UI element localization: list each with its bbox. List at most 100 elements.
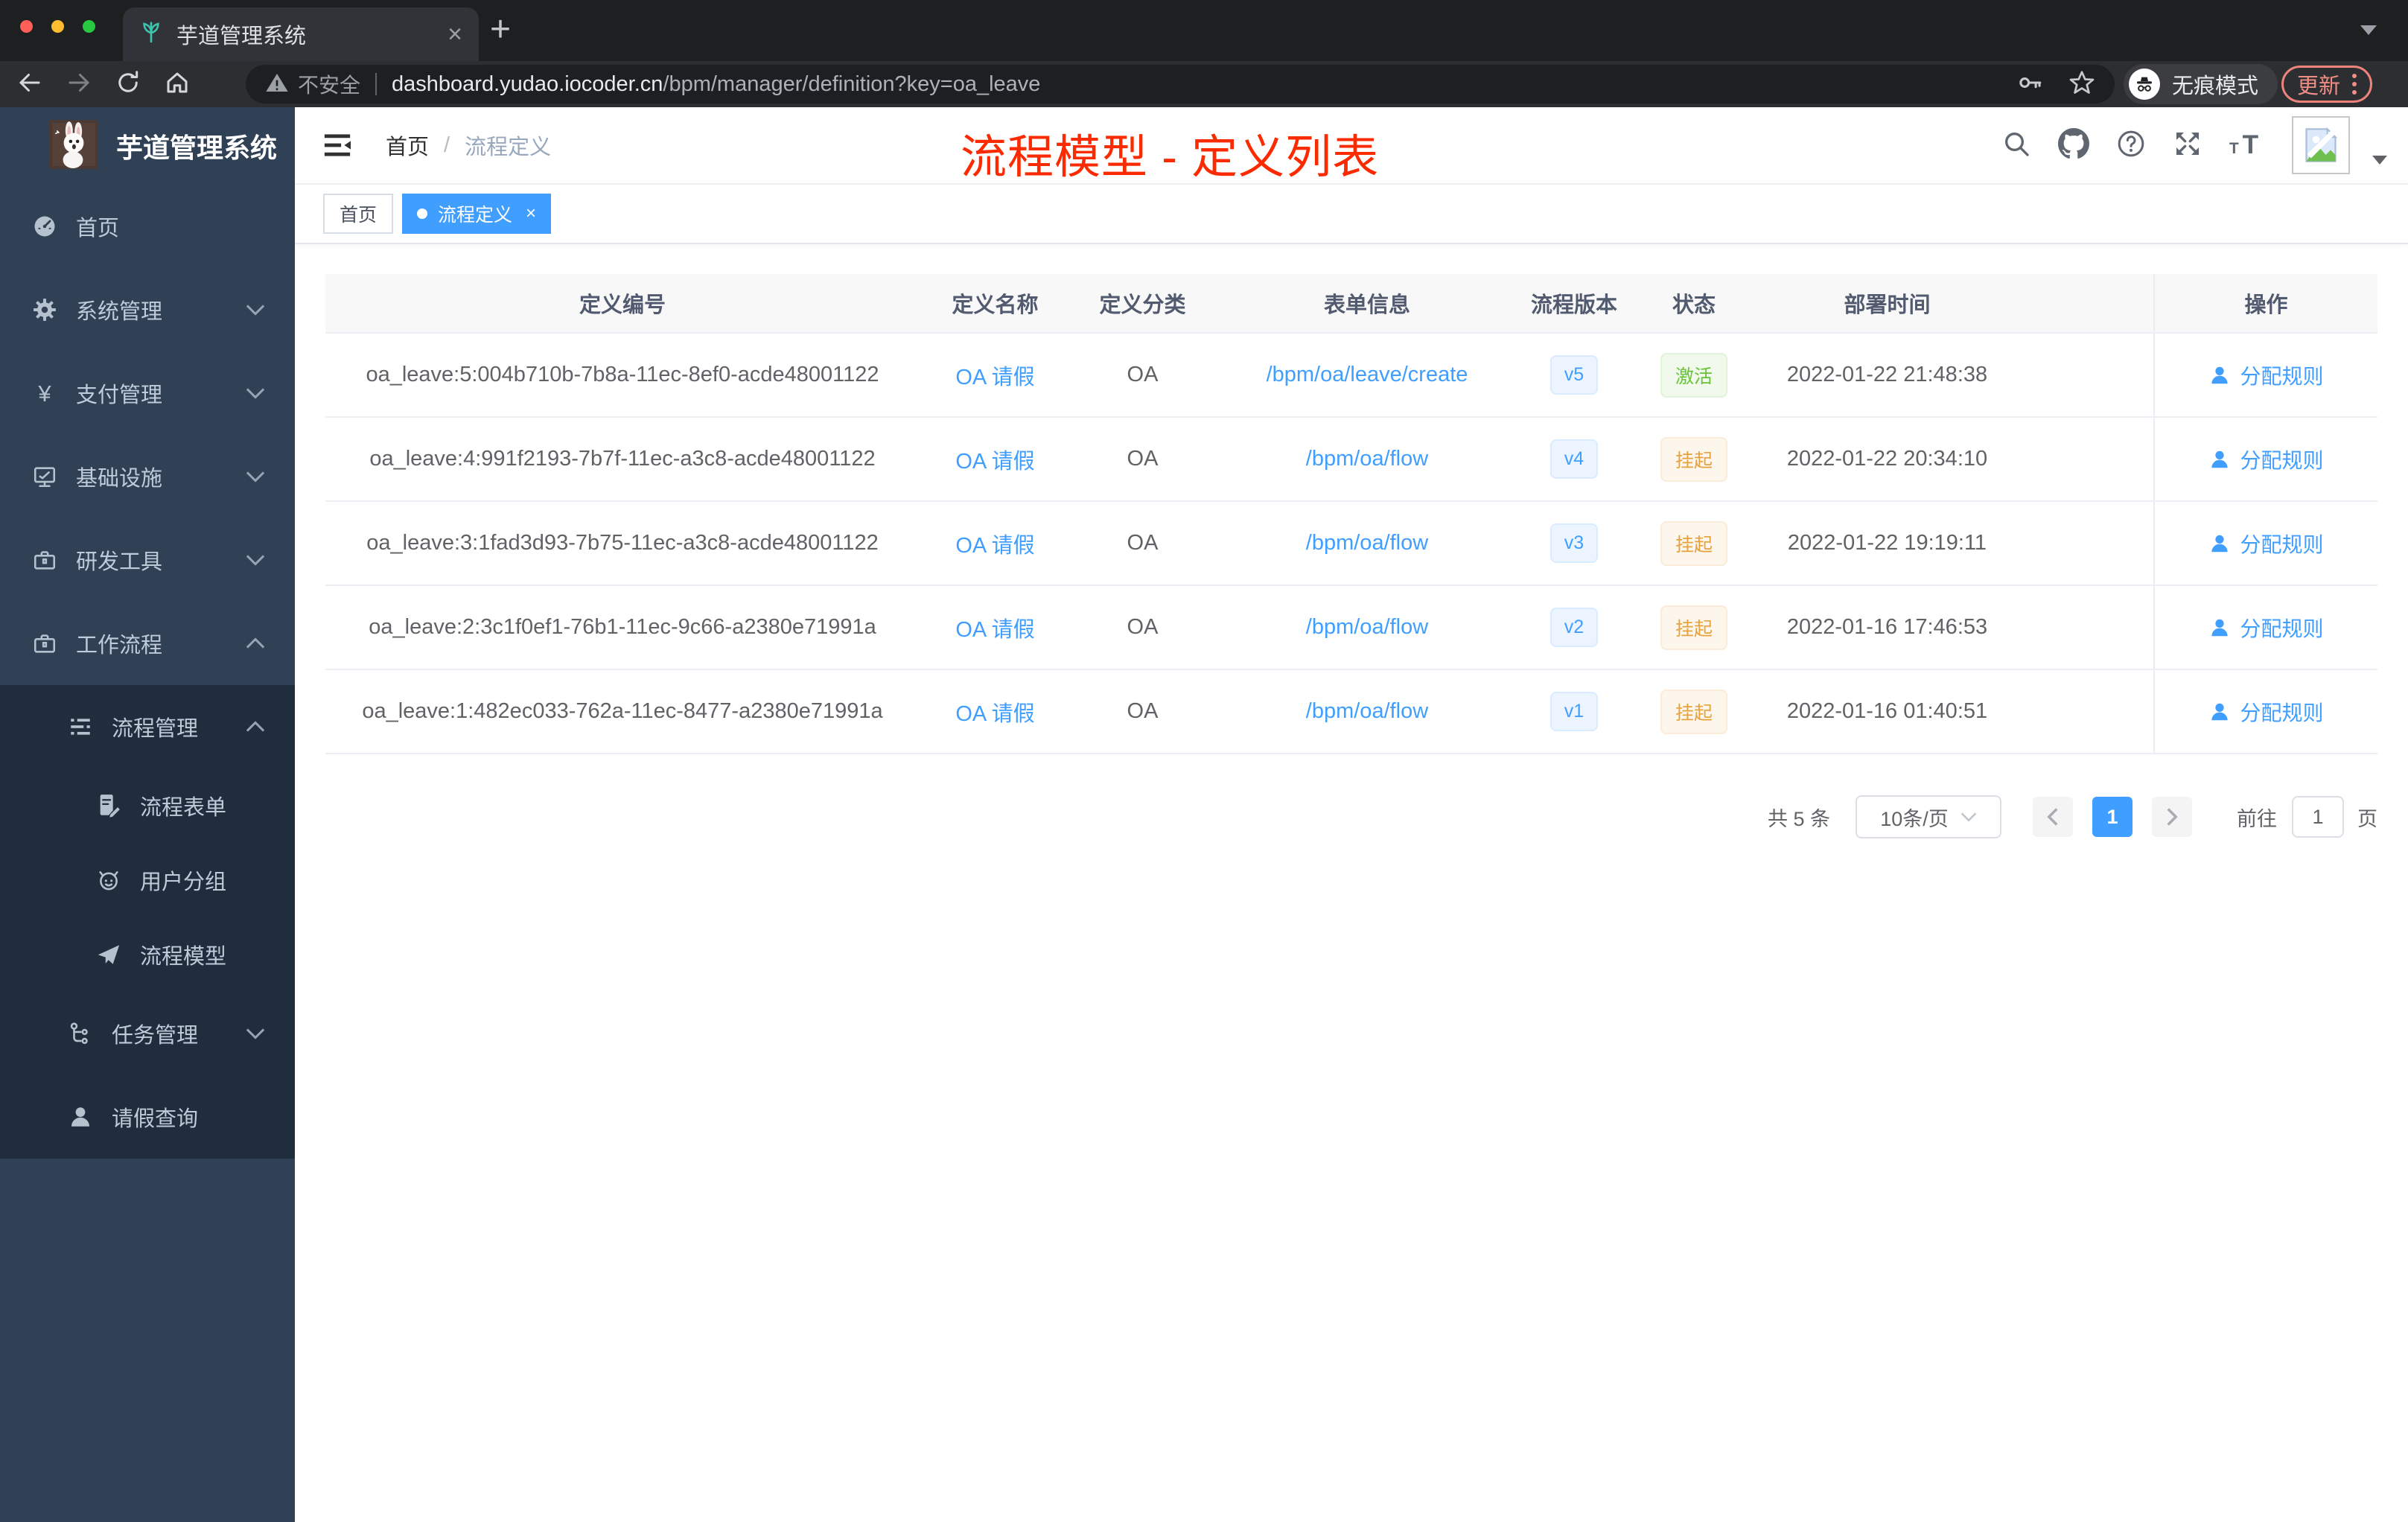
annotation-title: 流程模型 - 定义列表 [961,132,1380,183]
assign-rule-button[interactable]: 分配规则 [2208,697,2324,727]
sidebar-item-home[interactable]: 首页 [0,185,295,268]
sidebar-item-task-management[interactable]: 任务管理 [0,992,295,1075]
cell-form-link[interactable]: /bpm/oa/leave/create [1267,363,1468,387]
tag-home[interactable]: 首页 [323,194,394,234]
sidebar-item-label: 任务管理 [112,1024,199,1048]
sidebar-item-process-model[interactable]: 流程模型 [0,917,295,992]
breadcrumb: 首页 / 流程定义 [386,130,551,161]
help-icon[interactable] [2116,129,2146,162]
chrome-update-button[interactable]: 更新 [2281,66,2373,103]
user-icon [67,1104,94,1130]
table-row: oa_leave:5:004b710b-7b8a-11ec-8ef0-acde4… [325,334,2377,418]
column-header: 部署时间 [1844,293,1931,317]
goto-page-input[interactable] [2292,796,2344,838]
cell-deploy-time: 2022-01-16 01:40:51 [1786,699,1988,723]
column-header: 流程版本 [1530,293,1617,317]
sidebar-item-infrastructure[interactable]: 基础设施 [0,435,295,518]
font-size-icon[interactable]: TT [2229,129,2265,162]
update-label: 更新 [2297,74,2341,98]
url-bar[interactable]: 不安全 dashboard.yudao.iocoder.cn/bpm/manag… [246,65,2115,104]
table-row: oa_leave:2:3c1f0ef1-76b1-11ec-9c66-a2380… [325,586,2377,670]
back-button[interactable] [16,69,43,100]
cell-definition-name-link[interactable]: OA 请假 [955,612,1034,643]
sidebar-fold-icon[interactable] [322,132,353,159]
avatar-caret-icon[interactable] [2372,156,2387,165]
sidebar-logo[interactable]: 芋道管理系统 [0,107,295,185]
cell-form-link[interactable]: /bpm/oa/flow [1306,447,1428,471]
version-badge: v2 [1550,608,1598,647]
cell-form-link[interactable]: /bpm/oa/flow [1306,699,1428,724]
cell-form-link[interactable]: /bpm/oa/flow [1306,531,1428,555]
status-badge: 挂起 [1660,436,1727,482]
prev-page-button[interactable] [2033,797,2073,837]
security-warning-icon[interactable] [265,71,289,98]
tag-process-definition[interactable]: 流程定义 × [402,194,552,234]
page-size-select[interactable]: 10条/页 [1856,795,2001,838]
minimize-window-button[interactable] [51,20,64,33]
cell-definition-name-link[interactable]: OA 请假 [955,444,1034,475]
new-tab-button[interactable]: + [490,12,511,48]
reload-button[interactable] [115,69,141,100]
chevron-down-icon [1961,812,1977,822]
fullscreen-icon[interactable] [2173,129,2202,162]
sidebar-item-leave-query[interactable]: 请假查询 [0,1075,295,1159]
assign-rule-button[interactable]: 分配规则 [2208,529,2324,558]
search-icon[interactable] [2001,129,2031,162]
cell-definition-id: oa_leave:2:3c1f0ef1-76b1-11ec-9c66-a2380… [369,615,876,639]
tab-close-icon[interactable]: × [447,22,462,47]
window-controls[interactable] [20,20,95,33]
cell-form-link[interactable]: /bpm/oa/flow [1306,615,1428,640]
cell-definition-name-link[interactable]: OA 请假 [955,696,1034,727]
paper-plane-icon [95,942,122,967]
sidebar-item-process-management[interactable]: 流程管理 [0,685,295,768]
status-badge: 激活 [1660,352,1727,398]
sidebar-item-process-form[interactable]: 流程表单 [0,768,295,843]
sidebar-item-label: 首页 [76,217,120,241]
browser-window: 芋道管理系统 × + 不安全 dashboard.yudao.iocoder.c… [0,0,2408,1522]
sidebar-item-system[interactable]: 系统管理 [0,268,295,351]
avatar[interactable] [2292,116,2350,174]
breadcrumb-home[interactable]: 首页 [386,130,429,161]
forward-button[interactable] [66,69,92,100]
column-header: 状态 [1672,293,1716,317]
browser-tab[interactable]: 芋道管理系统 × [123,7,479,61]
cell-filler [2015,502,2153,585]
sidebar-item-devtools[interactable]: 研发工具 [0,518,295,602]
column-header: 定义编号 [579,293,666,317]
cell-category: OA [1127,699,1159,723]
assign-rule-button[interactable]: 分配规则 [2208,613,2324,643]
assign-rule-button[interactable]: 分配规则 [2208,360,2324,390]
tab-search-caret-icon[interactable] [2360,25,2377,35]
browser-menu-dots-icon[interactable] [2352,74,2357,95]
close-window-button[interactable] [20,20,33,33]
chevron-right-icon [2167,808,2178,826]
app-title: 芋道管理系统 [116,133,278,163]
bookmark-star-icon[interactable] [2068,69,2095,100]
sidebar-item-workflow[interactable]: 工作流程 [0,602,295,685]
version-badge: v4 [1550,439,1598,479]
sidebar-item-label: 研发工具 [76,550,163,574]
table-header-row: 定义编号 定义名称 定义分类 表单信息 流程版本 状态 部署时间 操作 [325,274,2377,334]
github-icon[interactable] [2058,127,2089,163]
home-button[interactable] [164,69,191,100]
table-row: oa_leave:1:482ec033-762a-11ec-8477-a2380… [325,670,2377,754]
status-badge: 挂起 [1660,605,1727,650]
cell-definition-name-link[interactable]: OA 请假 [955,360,1034,391]
sidebar-item-label: 流程表单 [140,796,227,820]
sidebar-item-user-group[interactable]: 用户分组 [0,843,295,917]
page-number-button[interactable]: 1 [2092,797,2133,837]
next-page-button[interactable] [2152,797,2192,837]
user-icon [2211,619,2229,636]
breadcrumb-separator: / [444,133,450,157]
password-key-icon[interactable] [2018,70,2043,99]
cell-definition-name-link[interactable]: OA 请假 [955,528,1034,559]
sidebar: 芋道管理系统 首页 系统管理 ¥ 支付管理 基础设施 研发工具 工作流程 流程管… [0,107,295,1522]
chevron-down-icon [246,387,265,399]
chevron-left-icon [2047,808,2058,826]
tag-close-icon[interactable]: × [526,203,536,224]
zoom-window-button[interactable] [83,20,95,33]
sidebar-item-payment[interactable]: ¥ 支付管理 [0,351,295,435]
incognito-label: 无痕模式 [2172,74,2259,98]
cell-filler [2015,586,2153,669]
assign-rule-button[interactable]: 分配规则 [2208,445,2324,474]
